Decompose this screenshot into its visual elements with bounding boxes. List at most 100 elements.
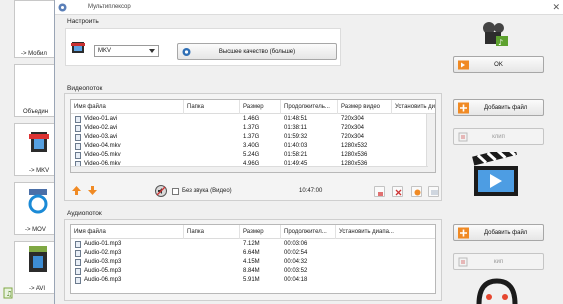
sidebar-tile-label: -> AVI bbox=[29, 286, 46, 292]
column-header[interactable]: Установить диапа... bbox=[336, 225, 435, 239]
cell-duration: 01:38:11 bbox=[284, 125, 307, 131]
audio-cut-label: кип bbox=[493, 258, 504, 265]
sidebar-tile-label: Объедин bbox=[23, 109, 49, 115]
audio-table-header: Имя файла Папка Размер Продолжител... Ус… bbox=[71, 225, 435, 239]
file-icon bbox=[75, 277, 81, 284]
table-row[interactable]: Video-01.avi 1.46G 01:48:51 720x304 bbox=[71, 115, 428, 124]
video-horizontal-scrollbar[interactable] bbox=[71, 166, 428, 172]
video-add-file-button[interactable]: Добавить файл bbox=[453, 99, 544, 116]
video-vertical-scrollbar[interactable] bbox=[426, 114, 435, 172]
cell-size: 6.64M bbox=[243, 250, 260, 256]
video-table-header: Имя файла Папка Размер Продолжитель... Р… bbox=[71, 100, 435, 114]
avi-film-icon bbox=[29, 246, 47, 272]
plus-icon bbox=[458, 102, 469, 113]
table-row[interactable]: Video-02.avi 1.37G 01:38:11 720x304 bbox=[71, 124, 428, 133]
cell-duration: 00:04:32 bbox=[284, 259, 308, 265]
cell-name: Audio-05.mp3 bbox=[84, 268, 122, 274]
cell-resolution: 1280x536 bbox=[341, 152, 368, 158]
column-header[interactable]: Продолжитель... bbox=[281, 100, 338, 114]
cut-point-icon bbox=[378, 192, 383, 196]
table-row[interactable]: Audio-02.mp3 6.64M 00:02:54 bbox=[71, 249, 428, 258]
video-tool-button-4[interactable] bbox=[428, 186, 439, 197]
chevron-down-icon bbox=[149, 49, 155, 53]
quality-button[interactable]: Высшее качество (больше) bbox=[177, 43, 337, 60]
record-icon bbox=[414, 189, 421, 196]
audio-add-file-button[interactable]: Добавить файл bbox=[453, 224, 544, 241]
sidebar-tile-label: -> MOV bbox=[25, 227, 46, 233]
cell-size: 7.12M bbox=[243, 241, 260, 247]
format-select[interactable]: MKV bbox=[94, 45, 159, 57]
cell-name: Video-03.avi bbox=[84, 134, 118, 140]
cell-name: Audio-02.mp3 bbox=[84, 250, 122, 256]
video-tool-button-1[interactable] bbox=[374, 186, 385, 197]
close-icon[interactable]: ✕ bbox=[552, 2, 560, 13]
video-total-duration: 10:47:00 bbox=[299, 188, 323, 194]
cell-size: 5.24G bbox=[243, 152, 260, 158]
delete-icon bbox=[395, 189, 402, 196]
cell-duration: 00:02:54 bbox=[284, 250, 308, 256]
table-row[interactable]: Video-05.mkv 5.24G 01:58:21 1280x536 bbox=[71, 151, 428, 160]
move-down-icon[interactable] bbox=[88, 186, 97, 195]
cell-duration: 01:58:21 bbox=[284, 152, 308, 158]
clapperboard-icon bbox=[472, 152, 518, 196]
column-header[interactable]: Имя файла bbox=[71, 100, 184, 114]
table-row[interactable]: Audio-06.mp3 5.91M 00:04:18 bbox=[71, 276, 428, 285]
video-cut-button[interactable]: клип bbox=[453, 128, 544, 145]
cell-resolution: 720x304 bbox=[341, 116, 365, 122]
column-header[interactable]: Папка bbox=[184, 225, 240, 239]
file-icon bbox=[75, 152, 81, 159]
table-row[interactable]: Audio-01.mp3 7.12M 00:03:06 bbox=[71, 240, 428, 249]
table-row[interactable]: Video-03.avi 1.37G 01:59:32 720x304 bbox=[71, 133, 428, 142]
video-tool-button-3[interactable] bbox=[411, 186, 422, 197]
dialog-title: Мультиплексор bbox=[88, 4, 131, 10]
cell-name: Video-05.mkv bbox=[84, 152, 121, 158]
mute-video-checkbox[interactable] bbox=[172, 188, 179, 195]
ok-arrow-icon bbox=[458, 60, 469, 69]
multiplexer-dialog: Мультиплексор ✕ Настроить MKV Высшее кач… bbox=[54, 0, 563, 304]
mov-quicktime-icon bbox=[28, 189, 48, 214]
video-cut-label: клип bbox=[492, 133, 505, 140]
column-header[interactable]: Имя файла bbox=[71, 225, 184, 239]
cell-size: 3.40G bbox=[243, 143, 260, 149]
cell-size: 8.84M bbox=[243, 268, 260, 274]
audio-cut-button[interactable]: кип bbox=[453, 253, 544, 270]
cell-duration: 00:03:06 bbox=[284, 241, 308, 247]
settings-label: Настроить bbox=[66, 18, 100, 25]
cell-name: Audio-06.mp3 bbox=[84, 277, 122, 283]
film-music-icon: ♪ bbox=[483, 22, 508, 47]
column-header[interactable]: Папка bbox=[184, 100, 240, 114]
mute-icon bbox=[155, 185, 167, 197]
file-icon bbox=[75, 143, 81, 150]
format-select-value: MKV bbox=[98, 48, 112, 54]
file-icon bbox=[75, 268, 81, 275]
quality-gear-icon bbox=[182, 47, 191, 56]
table-row[interactable]: Audio-03.mp3 4.15M 00:04:32 bbox=[71, 258, 428, 267]
svg-text:♪: ♪ bbox=[498, 38, 503, 47]
cell-resolution: 720x304 bbox=[341, 125, 365, 131]
cell-duration: 00:03:52 bbox=[284, 268, 308, 274]
dialog-titlebar: Мультиплексор ✕ bbox=[55, 0, 563, 15]
headphones-icon bbox=[476, 278, 518, 304]
table-row[interactable]: Video-04.mkv 3.40G 01:40:03 1280x532 bbox=[71, 142, 428, 151]
file-icon bbox=[75, 134, 81, 141]
table-row[interactable]: Audio-05.mp3 8.84M 00:03:52 bbox=[71, 267, 428, 276]
video-table: Имя файла Папка Размер Продолжитель... Р… bbox=[70, 99, 436, 173]
move-up-icon[interactable] bbox=[72, 186, 81, 195]
column-header[interactable]: Установить диа bbox=[392, 100, 435, 114]
scissors-icon bbox=[458, 257, 468, 266]
video-tool-button-2[interactable] bbox=[392, 186, 403, 197]
sidebar-tile-label: -> Мобил bbox=[21, 51, 47, 57]
file-icon bbox=[75, 241, 81, 248]
mkv-format-icon bbox=[71, 42, 85, 53]
column-header[interactable]: Продолжител... bbox=[281, 225, 336, 239]
mkv-film-icon bbox=[29, 132, 49, 152]
sidebar-tile-label: -> MKV bbox=[29, 168, 50, 174]
cell-duration: 01:48:51 bbox=[284, 116, 308, 122]
cell-name: Video-01.avi bbox=[84, 116, 118, 122]
column-header[interactable]: Размер bbox=[240, 225, 281, 239]
column-header[interactable]: Размер видео bbox=[338, 100, 392, 114]
column-header[interactable]: Размер bbox=[240, 100, 281, 114]
mute-video-label: Без звука (Видео) bbox=[182, 188, 232, 194]
ok-button[interactable]: OK bbox=[453, 56, 544, 73]
cell-duration: 01:40:03 bbox=[284, 143, 308, 149]
